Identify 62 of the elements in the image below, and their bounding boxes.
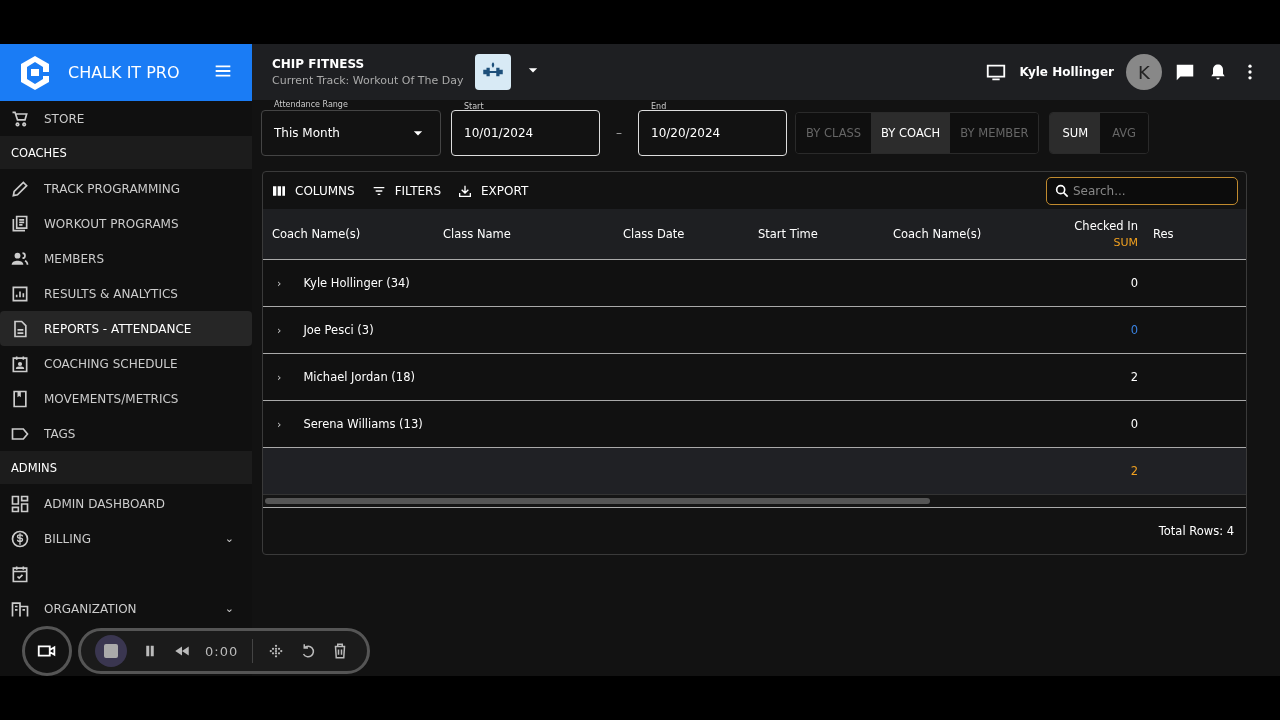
brand-name: CHALK IT PRO	[68, 63, 181, 82]
pencil-icon	[10, 178, 30, 199]
aggregate-label: SUM	[1113, 236, 1138, 249]
toolbar-button[interactable]: COLUMNS	[271, 182, 355, 199]
dollar-icon	[10, 528, 30, 549]
field-label: Start	[463, 102, 485, 111]
recording-time: 0:00	[205, 643, 239, 659]
toolbar-button[interactable]: EXPORT	[457, 182, 529, 199]
column-header[interactable]: Coach Name(s)	[893, 227, 982, 241]
column-header[interactable]: Checked In	[1074, 219, 1138, 233]
total-rows-label: Total Rows: 4	[1158, 524, 1234, 538]
book-icon	[10, 388, 30, 409]
sidebar-item[interactable]: TRACK PROGRAMMING	[0, 171, 252, 206]
user-name: Kyle Hollinger	[1019, 65, 1114, 79]
logo-icon	[18, 53, 52, 92]
sidebar-item[interactable]: MOVEMENTS/METRICS	[0, 381, 252, 416]
dumbbell-icon[interactable]	[475, 54, 512, 90]
group-by-toggle[interactable]: BY COACH	[871, 113, 951, 153]
range-dash: –	[615, 126, 623, 140]
sidebar-item[interactable]: BILLING ⌄	[0, 521, 252, 556]
search-icon	[1054, 182, 1070, 199]
sidebar-item[interactable]: MEMBERS	[0, 241, 252, 276]
sidebar-item[interactable]: STORE	[0, 101, 252, 136]
user-avatar[interactable]: K	[1126, 54, 1162, 90]
sidebar-item[interactable]: WORKOUT PROGRAMS	[0, 206, 252, 241]
grid-icon	[10, 493, 30, 514]
toolbar-button[interactable]: FILTERS	[370, 182, 441, 199]
coach-group-name: Serena Williams (13)	[303, 417, 423, 431]
expand-chevron[interactable]: ›	[277, 370, 282, 384]
checked-in-value: 0	[1130, 417, 1138, 431]
search-field[interactable]: Search...	[1046, 176, 1238, 205]
aggregate-toggle[interactable]: SUM	[1050, 113, 1101, 153]
checked-in-value: 0	[1130, 276, 1138, 290]
stop-button[interactable]	[95, 635, 127, 667]
expand-chevron[interactable]: ›	[277, 417, 282, 431]
column-header[interactable]: Start Time	[758, 227, 818, 241]
column-header[interactable]: Class Name	[443, 227, 511, 241]
gym-name: CHIP FITNESS	[272, 57, 366, 71]
camera-button[interactable]	[22, 626, 72, 676]
checked-in-value: 2	[1130, 370, 1138, 384]
checked-in-value: 0	[1130, 323, 1138, 337]
field-label: End	[650, 102, 668, 111]
doc-stack-icon	[10, 213, 30, 234]
expand-chevron[interactable]: ›	[277, 323, 282, 337]
coach-group-name: Joe Pesci (3)	[303, 323, 374, 337]
sidebar-item[interactable]: REPORTS - ATTENDANCE	[0, 311, 252, 346]
column-header[interactable]: Coach Name(s)	[272, 227, 361, 241]
sidebar-item[interactable]: COACHING SCHEDULE	[0, 346, 252, 381]
sidebar-item[interactable]: ADMIN DASHBOARD	[0, 486, 252, 521]
expand-chevron[interactable]: ›	[277, 276, 282, 290]
sidebar-item[interactable]: TAGS	[0, 416, 252, 451]
section-header: COACHES	[0, 136, 252, 169]
column-header[interactable]: Class Date	[623, 227, 685, 241]
coach-group-name: Michael Jordan (18)	[303, 370, 415, 384]
scrollbar-thumb[interactable]	[265, 498, 930, 504]
coach-group-name: Kyle Hollinger (34)	[303, 276, 410, 290]
sidebar-item[interactable]: ORGANIZATION ⌄	[0, 591, 252, 626]
column-header[interactable]: Res	[1153, 227, 1174, 241]
checked-in-total: 2	[1130, 464, 1138, 478]
section-header: ADMINS	[0, 451, 252, 484]
track-label: Current Track: Workout Of The Day	[272, 74, 464, 87]
sidebar-item[interactable]: RESULTS & ANALYTICS	[0, 276, 252, 311]
